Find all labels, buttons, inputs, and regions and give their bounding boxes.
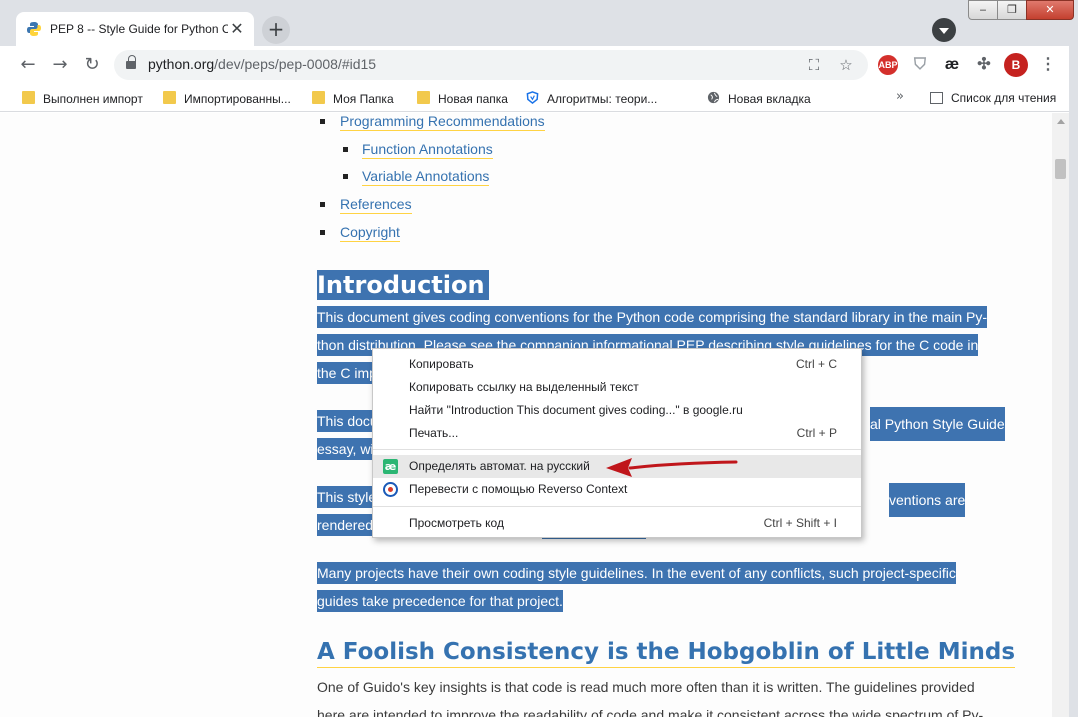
url-text[interactable]: python.org/dev/peps/pep-0008/#id15 [148, 56, 376, 72]
folder-icon [22, 91, 35, 105]
menu-item-reverso[interactable]: Перевести с помощью Reverso Context [373, 478, 861, 501]
guido-paragraph: One of Guido's key insights is that code… [317, 679, 984, 717]
bullet [320, 119, 325, 124]
python-icon [27, 22, 41, 36]
context-menu: Копировать Ctrl + C Копировать ссылку на … [372, 348, 862, 538]
adblock-plus-icon[interactable]: ABP [878, 55, 898, 75]
algorithms-icon [526, 91, 539, 105]
bookmark-item[interactable]: Импортированны... [163, 89, 291, 107]
intro-paragraph-4: Many projects have their own coding styl… [317, 559, 1007, 615]
new-tab-button[interactable]: + [262, 16, 290, 44]
bookmarks-overflow-chevron-icon[interactable]: » [896, 89, 904, 104]
toc-link[interactable]: Function Annotations [362, 141, 493, 159]
window-border [1069, 46, 1078, 717]
toc-link[interactable]: Programming Recommendations [340, 113, 545, 131]
bookmark-star-icon[interactable]: ☆ [836, 55, 856, 75]
window-close-button[interactable]: ✕ [1026, 0, 1074, 20]
menu-item-copy-link[interactable]: Копировать ссылку на выделенный текст [373, 376, 861, 399]
back-arrow-icon[interactable]: ← [16, 53, 40, 77]
tab-search-icon[interactable] [932, 18, 956, 42]
ae-icon: æ [383, 459, 398, 474]
foolish-consistency-heading[interactable]: A Foolish Consistency is the Hobgoblin o… [317, 637, 1016, 668]
tab-pep8[interactable]: PEP 8 -- Style Guide for Python Code ✕ [16, 12, 254, 46]
annotation-arrow-icon [606, 458, 738, 477]
menu-separator [373, 449, 861, 450]
extensions-puzzle-icon[interactable]: ✣ [974, 55, 994, 75]
bookmarks-bar: Выполнен импорт Импортированны... Моя Па… [0, 84, 1078, 112]
reading-list-icon [930, 91, 943, 104]
shield-extension-icon[interactable]: ⛉ [910, 55, 930, 75]
menu-item-search-google[interactable]: Найти "Introduction This document gives … [373, 399, 861, 422]
translate-icon[interactable]: ⛶ [804, 55, 824, 75]
bullet [343, 174, 348, 179]
scroll-thumb[interactable] [1055, 159, 1066, 179]
bookmark-item[interactable]: Новая папка [417, 89, 508, 107]
folder-icon [417, 91, 430, 105]
tab-close-icon[interactable]: ✕ [228, 20, 246, 38]
browser-menu-icon[interactable]: ⋮ [1038, 55, 1058, 75]
bullet [320, 230, 325, 235]
folder-icon [312, 91, 325, 105]
address-bar[interactable]: python.org/dev/peps/pep-0008/#id15 ⛶ ☆ [114, 50, 868, 80]
window-maximize-button[interactable]: ❐ [997, 0, 1027, 20]
ae-extension-icon[interactable]: æ [942, 55, 962, 75]
menu-item-print[interactable]: Печать... Ctrl + P [373, 422, 861, 445]
tab-strip: PEP 8 -- Style Guide for Python Code ✕ +… [0, 0, 1078, 46]
toc-link[interactable]: References [340, 196, 412, 214]
toc-link[interactable]: Variable Annotations [362, 168, 490, 186]
menu-item-copy[interactable]: Копировать Ctrl + C [373, 353, 861, 376]
bookmark-item[interactable]: Алгоритмы: теори... [526, 89, 657, 107]
lock-icon[interactable] [126, 55, 136, 70]
menu-separator [373, 506, 861, 507]
scroll-up-arrow-icon[interactable] [1057, 119, 1065, 124]
bullet [343, 147, 348, 152]
bookmark-item[interactable]: Моя Папка [312, 89, 394, 107]
introduction-heading: Introduction [317, 270, 489, 300]
window-minimize-button[interactable]: ‒ [968, 0, 998, 20]
tab-title: PEP 8 -- Style Guide for Python Code [50, 22, 228, 36]
bullet [320, 202, 325, 207]
browser-toolbar: ← → ↻ python.org/dev/peps/pep-0008/#id15… [0, 46, 1078, 84]
bookmark-item[interactable]: Выполнен импорт [22, 89, 143, 107]
menu-item-inspect[interactable]: Просмотреть код Ctrl + Shift + I [373, 512, 861, 535]
bookmark-item[interactable]: Новая вкладка [707, 89, 811, 107]
reload-icon[interactable]: ↻ [80, 53, 104, 77]
profile-avatar[interactable]: B [1004, 53, 1028, 77]
globe-icon [707, 92, 720, 104]
forward-arrow-icon[interactable]: → [48, 53, 72, 77]
reverso-icon [383, 482, 398, 497]
folder-icon [163, 91, 176, 105]
vertical-scrollbar[interactable] [1052, 113, 1069, 717]
toc-link[interactable]: Copyright [340, 224, 400, 242]
reading-list-button[interactable]: Список для чтения [930, 89, 1056, 107]
